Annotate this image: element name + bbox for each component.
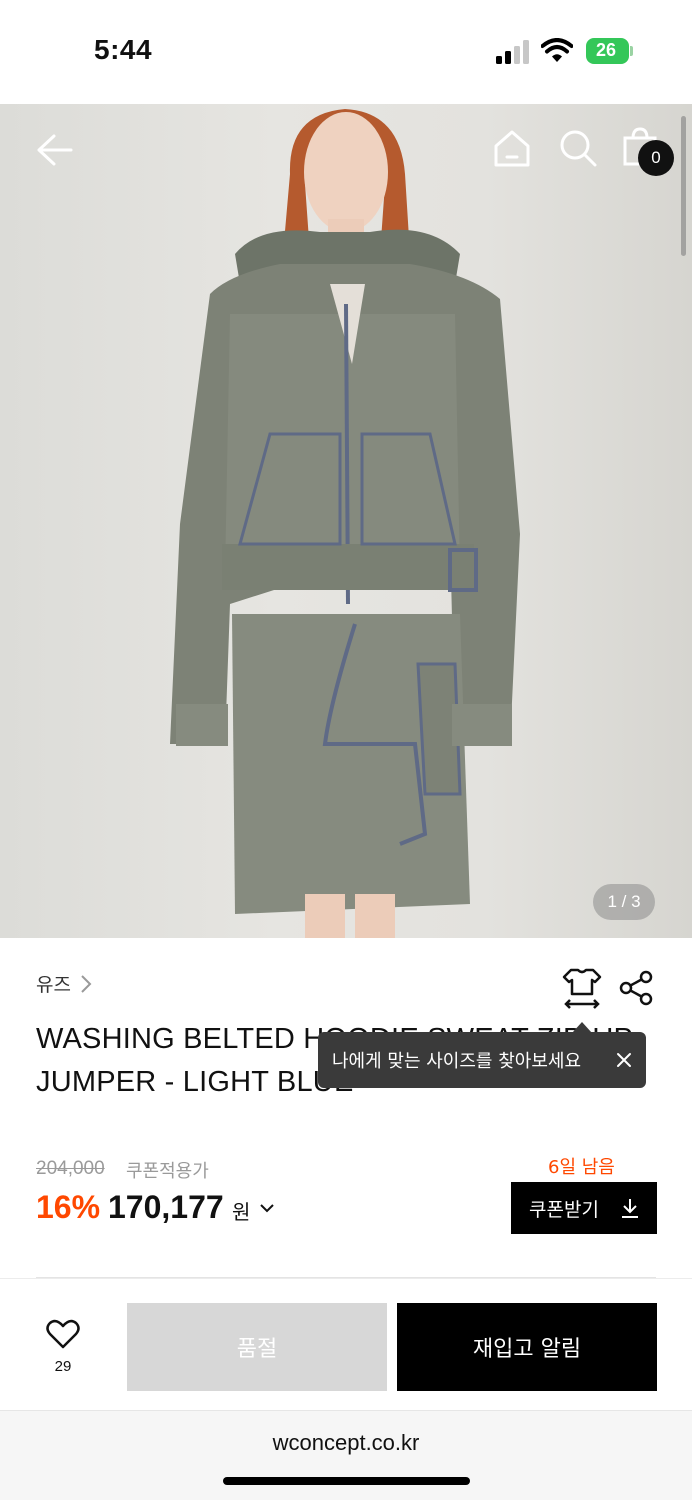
- download-icon: [622, 1199, 638, 1218]
- get-coupon-button[interactable]: 쿠폰받기: [511, 1182, 657, 1234]
- url-bar[interactable]: wconcept.co.kr: [0, 1430, 692, 1456]
- chevron-right-icon: [81, 974, 92, 993]
- heart-icon: [46, 1319, 80, 1349]
- brand-name: 유즈: [36, 974, 71, 996]
- brand-link[interactable]: 유즈: [36, 970, 93, 997]
- soldout-button: 품절: [127, 1303, 387, 1391]
- chevron-down-icon[interactable]: [258, 1200, 276, 1216]
- home-indicator[interactable]: [223, 1477, 470, 1485]
- coupon-price-label: 쿠폰적용가: [126, 1161, 209, 1182]
- close-icon[interactable]: [610, 1046, 638, 1074]
- price-unit: 원: [232, 1200, 251, 1224]
- status-time: 5:44: [94, 34, 153, 65]
- wishlist-button[interactable]: 29: [40, 1318, 86, 1382]
- soldout-label: 품절: [236, 1337, 278, 1362]
- back-arrow-icon[interactable]: [34, 130, 74, 170]
- original-price: 204,000: [36, 1158, 105, 1179]
- wifi-icon: [541, 38, 573, 62]
- battery-level: 26: [595, 40, 617, 60]
- discount-rate: 16%: [36, 1189, 101, 1225]
- bag-count-badge[interactable]: 0: [638, 140, 674, 176]
- restock-alert-button[interactable]: 재입고 알림: [397, 1303, 657, 1391]
- size-tooltip[interactable]: 나에게 맞는 사이즈를 찾아보세요: [318, 1032, 646, 1088]
- size-guide-icon[interactable]: [562, 966, 602, 1010]
- home-icon[interactable]: [492, 128, 532, 168]
- status-bar: 5:44 26: [0, 0, 692, 104]
- sale-price: 170,177: [108, 1189, 224, 1225]
- wish-count: 29: [54, 1358, 72, 1375]
- coupon-days-left: 6일 남음: [548, 1157, 615, 1178]
- signal-icon: [496, 40, 529, 64]
- search-icon[interactable]: [558, 128, 598, 168]
- scrollbar[interactable]: [681, 116, 686, 256]
- coupon-button-label: 쿠폰받기: [529, 1198, 599, 1221]
- gallery-page-indicator: 1 / 3: [593, 884, 655, 920]
- tooltip-text: 나에게 맞는 사이즈를 찾아보세요: [332, 1051, 582, 1072]
- battery-icon: 26: [586, 38, 634, 64]
- restock-label: 재입고 알림: [472, 1337, 582, 1362]
- product-image-gallery[interactable]: 0 1 / 3: [0, 104, 692, 938]
- share-icon[interactable]: [618, 970, 654, 1006]
- product-photo: [170, 109, 520, 938]
